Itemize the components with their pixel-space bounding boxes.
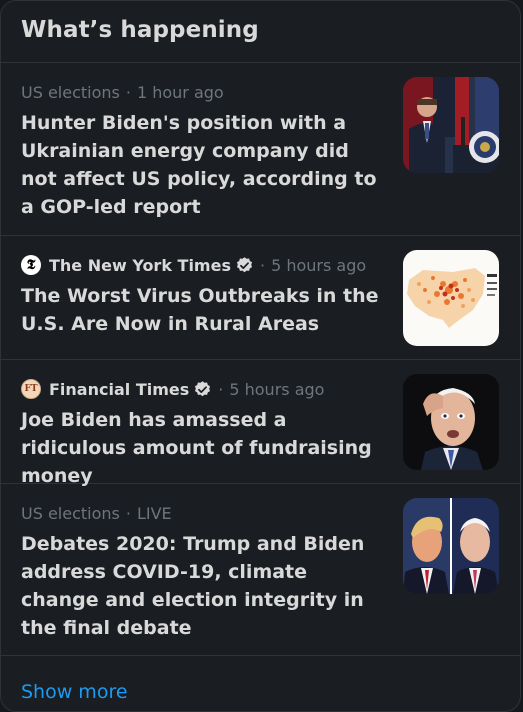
panel-title: What’s happening [21,17,259,43]
trend-item-hunter-biden[interactable]: US elections · 1 hour ago Hunter Biden's… [1,63,520,236]
verified-badge-icon [193,380,212,399]
show-more-link[interactable]: Show more [21,681,128,703]
separator-dot: · [259,255,266,275]
separator-dot: · [125,82,131,102]
source-name: Financial Times [49,379,190,399]
trend-time: 5 hours ago [271,255,367,275]
trump-biden-split-photo [403,498,499,594]
biden-photo [403,374,499,470]
separator-dot: · [218,379,224,399]
trend-item-ft[interactable]: FT Financial Times · 5 hours ago Joe Bid… [1,360,520,487]
trend-category: US elections [21,503,120,523]
trend-thumbnail [403,374,499,470]
nyt-logo-icon: 𝕿 [21,255,41,275]
ft-logo-icon: FT [21,379,41,399]
trend-time: 1 hour ago [136,82,224,102]
trend-category: US elections [21,82,120,102]
trend-item-debates[interactable]: US elections · LIVE Debates 2020: Trump … [1,484,520,656]
panel-header: What’s happening [1,1,520,63]
trends-panel: What’s happening US elections · 1 hour a… [0,0,521,712]
trend-live-label: LIVE [136,503,172,523]
podium-speaker-photo [403,77,499,173]
trend-thumbnail [403,250,499,346]
source-name: The New York Times [49,255,231,275]
trend-thumbnail [403,498,499,594]
trend-headline: The Worst Virus Outbreaks in the U.S. Ar… [21,285,379,335]
us-outbreak-map [403,250,499,346]
trend-headline: Joe Biden has amassed a ridiculous amoun… [21,409,372,487]
trend-item-nyt[interactable]: 𝕿 The New York Times · 5 hours ago The W… [1,236,520,360]
trend-headline: Debates 2020: Trump and Biden address CO… [21,533,365,639]
trend-time: 5 hours ago [229,379,325,399]
trend-headline: Hunter Biden's position with a Ukrainian… [21,112,377,218]
separator-dot: · [125,503,131,523]
verified-badge-icon [235,256,254,275]
trend-thumbnail [403,77,499,173]
